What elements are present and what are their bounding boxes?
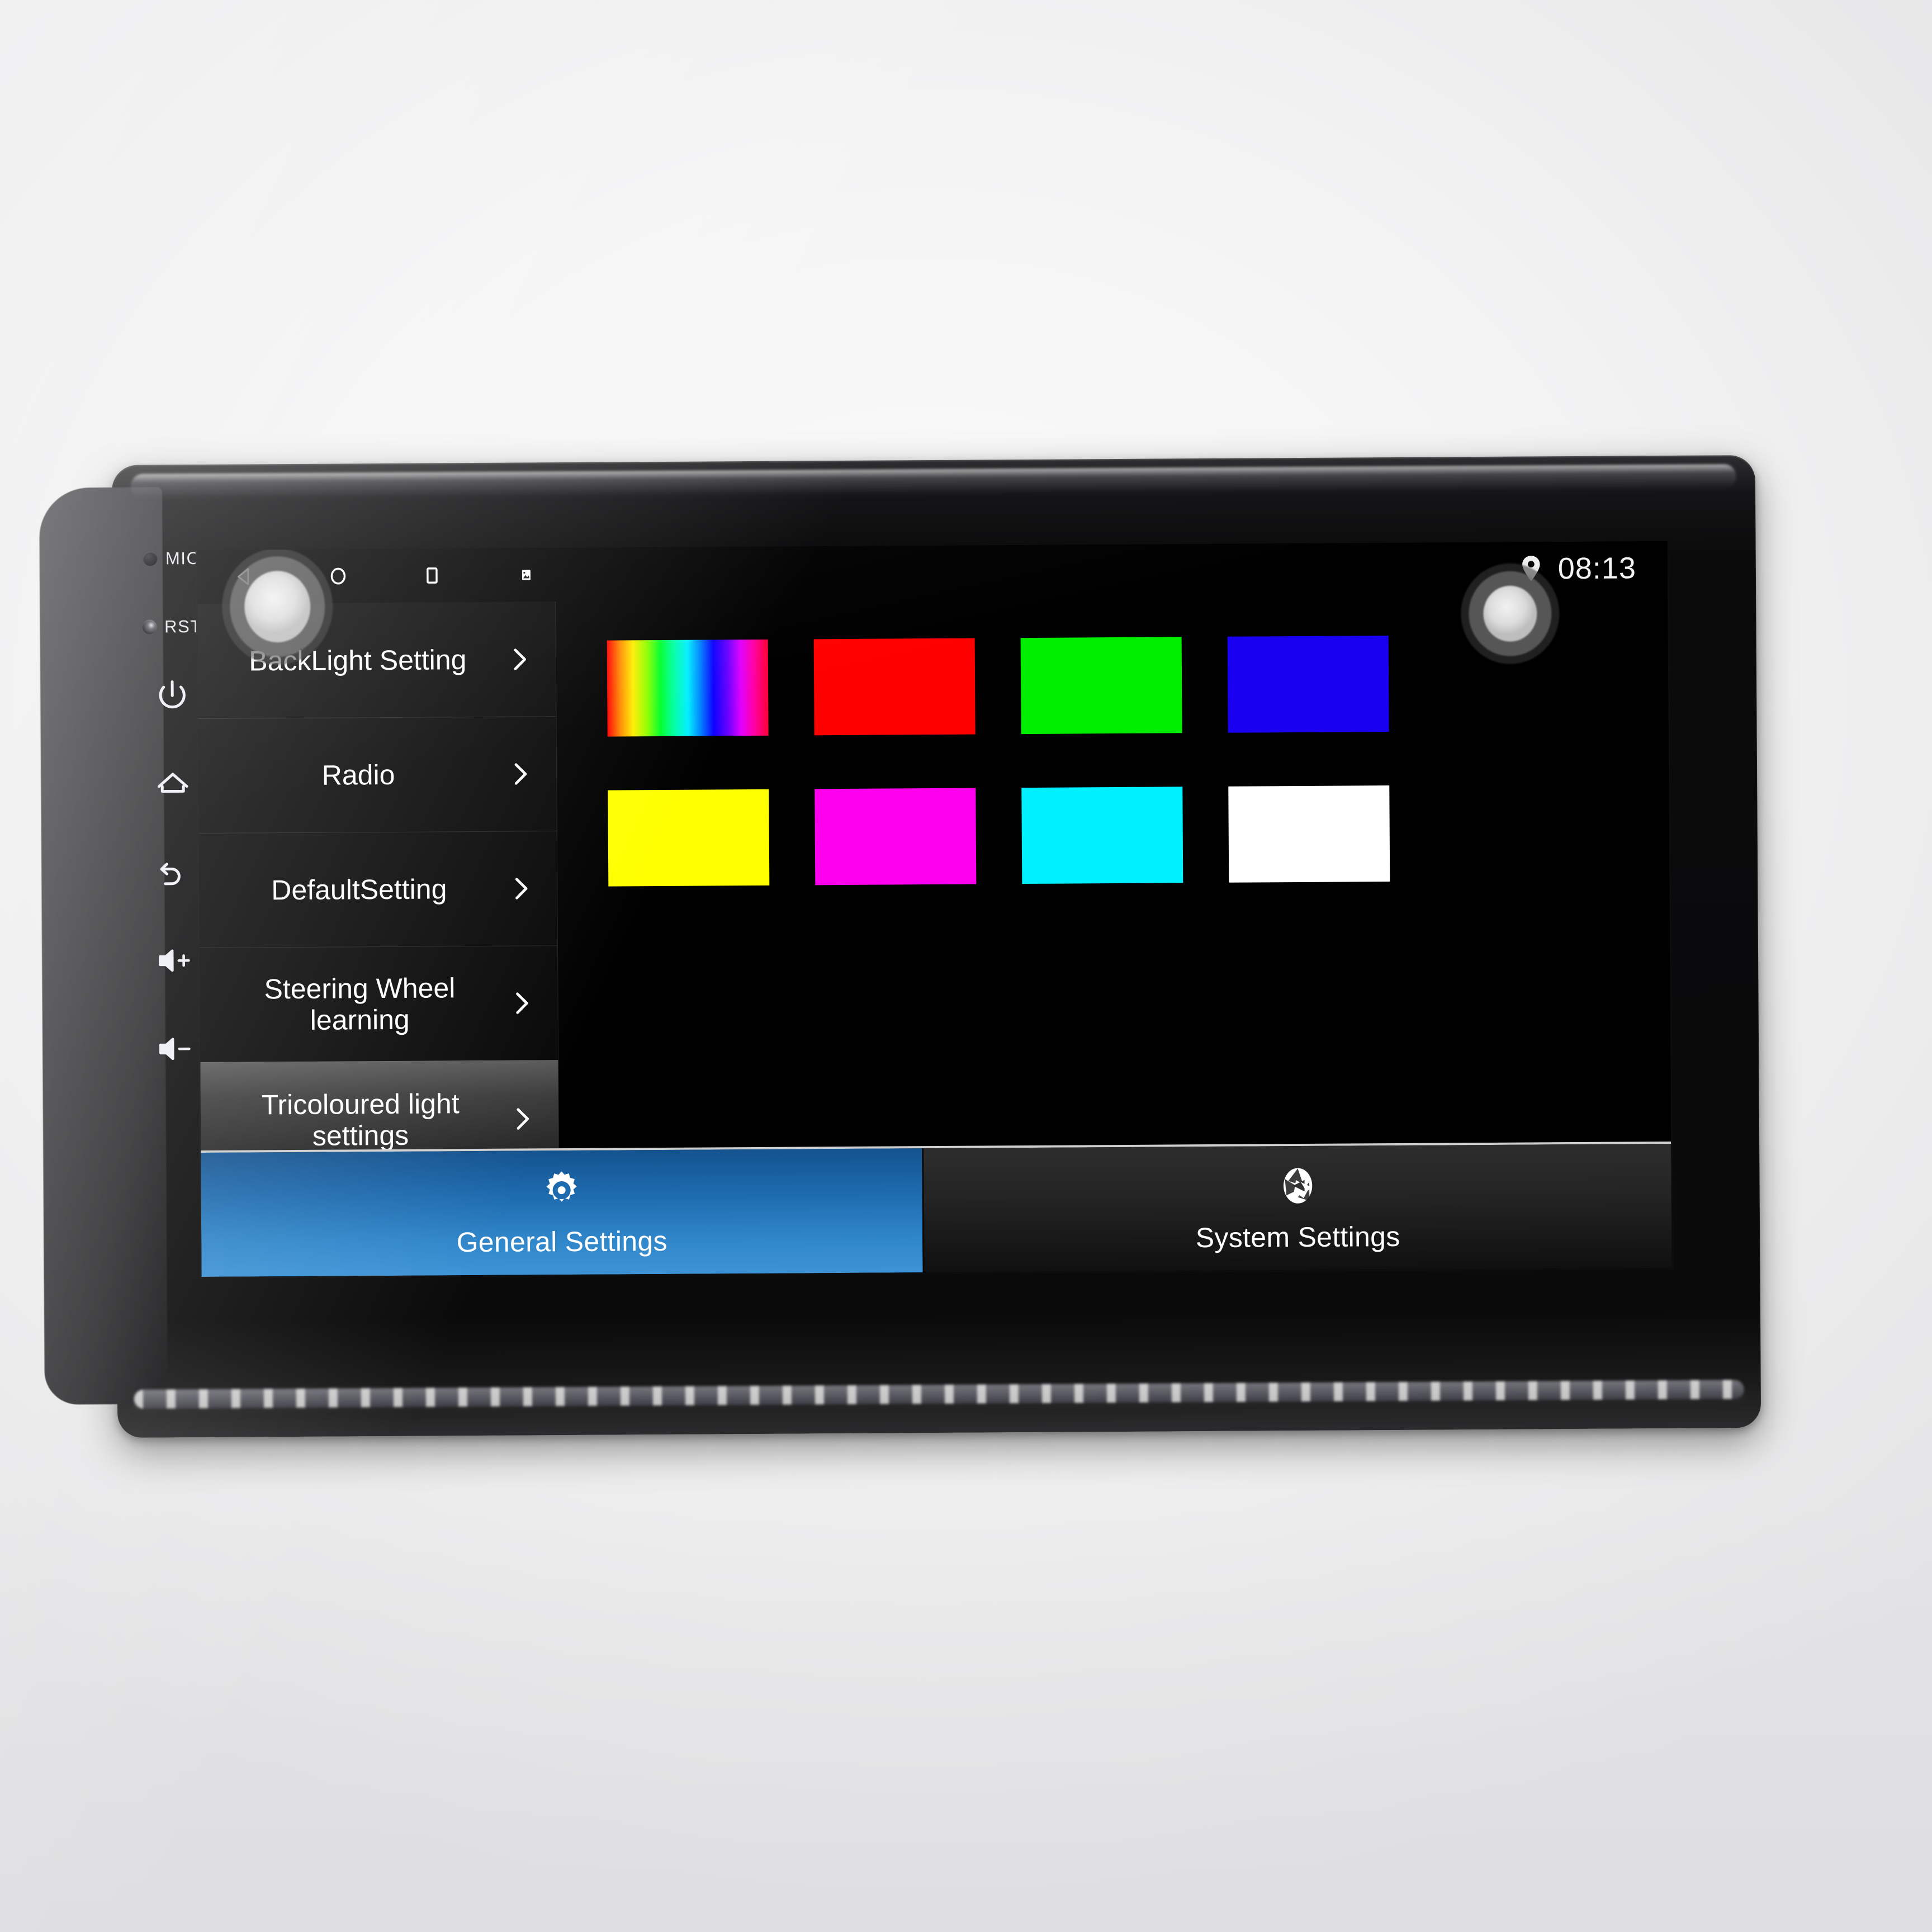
colour-swatch-green[interactable] (1020, 637, 1182, 735)
volume-down-icon (159, 1038, 191, 1060)
tab-system-settings[interactable]: System Settings (924, 1143, 1672, 1273)
menu-item-label: Tricoloured light settings (261, 1087, 460, 1152)
colour-swatch-red[interactable] (813, 638, 976, 736)
menu-item-label: BackLight Setting (249, 643, 467, 677)
menu-item-label: DefaultSetting (271, 873, 447, 906)
touchscreen-display[interactable]: 08:13 BackLight Setting Radio DefaultSet… (197, 541, 1672, 1277)
power-button[interactable] (153, 676, 192, 715)
colour-swatch-white[interactable] (1228, 785, 1390, 883)
mic-indicator: MIC (143, 548, 200, 569)
menu-item-steering-wheel-learning[interactable]: Steering Wheel learning (199, 945, 558, 1063)
nav-recents-button[interactable] (385, 548, 480, 603)
reset-label: RST (164, 617, 202, 637)
back-button[interactable] (154, 853, 193, 892)
volume-up-icon (158, 949, 190, 972)
home-circle-icon (330, 567, 346, 585)
back-arrow-icon (160, 863, 181, 886)
home-icon (157, 773, 188, 793)
mic-label: MIC (165, 548, 200, 569)
gear-icon (546, 1171, 577, 1202)
menu-item-radio[interactable]: Radio (198, 716, 557, 834)
reset-button[interactable]: RST (141, 617, 202, 637)
chevron-right-icon (505, 873, 536, 904)
home-button[interactable] (153, 764, 192, 803)
screenshot-image-icon (522, 570, 531, 580)
colour-swatch-rainbow[interactable] (607, 639, 769, 737)
colour-swatch-cyan[interactable] (1021, 787, 1183, 884)
chevron-right-icon (504, 643, 534, 675)
location-pin-icon (1522, 556, 1540, 581)
car-stereo-head-unit: MIC RST 08:13 BackLight Setting Radio De… (39, 455, 1761, 1438)
volume-knob-right[interactable] (1483, 585, 1537, 642)
nav-screenshot-button[interactable] (479, 548, 574, 602)
colour-swatch-yellow[interactable] (608, 789, 770, 887)
volume-knob-left[interactable] (244, 570, 311, 643)
unit-bottom-gloss-highlight (134, 1381, 1745, 1424)
colour-swatch-grid (607, 636, 1390, 887)
tab-general-settings[interactable]: General Settings (201, 1148, 925, 1277)
volume-up-button[interactable] (154, 941, 193, 980)
tab-general-settings-label: General Settings (456, 1225, 668, 1258)
chevron-right-icon (507, 1103, 537, 1134)
status-bar-right: 08:13 (1519, 551, 1668, 586)
status-clock: 08:13 (1557, 551, 1637, 586)
power-icon (159, 680, 186, 709)
menu-item-label: Steering Wheel learning (264, 972, 456, 1036)
menu-item-label: Radio (321, 759, 395, 791)
recents-square-icon (427, 567, 438, 584)
tab-system-settings-label: System Settings (1195, 1220, 1400, 1254)
mic-hole-icon (143, 551, 158, 566)
menu-item-default-setting[interactable]: DefaultSetting (198, 831, 557, 948)
reset-hole-icon (141, 619, 157, 634)
colour-swatch-magenta[interactable] (815, 788, 977, 886)
chevron-right-icon (506, 987, 536, 1019)
android-status-bar: 08:13 (197, 541, 1668, 604)
product-photo-background: MIC RST 08:13 BackLight Setting Radio De… (0, 0, 1932, 1932)
unit-top-gloss-highlight (130, 464, 1737, 499)
volume-down-button[interactable] (155, 1029, 194, 1068)
chevron-right-icon (505, 758, 535, 789)
colour-swatch-blue[interactable] (1227, 636, 1389, 733)
aperture-icon (1283, 1168, 1312, 1204)
settings-tab-bar[interactable]: General Settings System Settings (201, 1141, 1672, 1277)
